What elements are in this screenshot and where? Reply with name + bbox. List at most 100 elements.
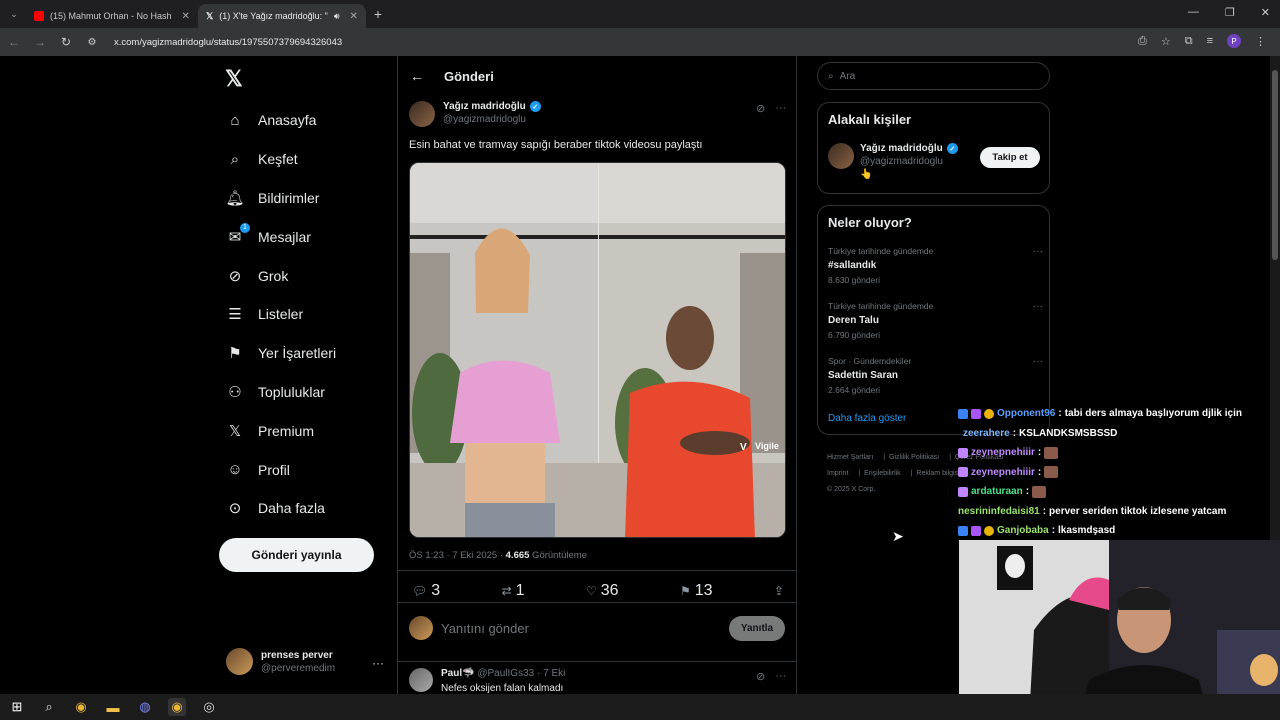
extensions-icon[interactable]: ⧉ [1185, 35, 1193, 48]
sidebar-item-label: Bildirimler [258, 189, 320, 206]
obs-icon[interactable]: ◎ [200, 698, 218, 716]
media-control-icon[interactable]: ≡ [1207, 35, 1213, 47]
chat-badge-icon [958, 467, 968, 478]
audio-icon[interactable]: 🔊︎ [334, 11, 340, 22]
trend-item[interactable]: Türkiye tarihinde gündemde #sallandık 8.… [828, 246, 1043, 285]
reply-icon: 💬︎ [412, 584, 428, 598]
trend-more-icon[interactable]: ··· [1033, 246, 1043, 257]
chat-username: zeerahere [963, 427, 1010, 439]
footer-link[interactable]: Hizmet Şartları [827, 454, 873, 461]
chat-username: Ganjobaba [997, 525, 1049, 536]
follow-button[interactable]: Takip et [980, 147, 1040, 168]
back-arrow-icon[interactable]: ← [410, 68, 424, 84]
chrome-icon[interactable]: ◉ [72, 698, 90, 716]
footer-link[interactable]: Gizlilik Politikası [889, 454, 939, 461]
search-input[interactable]: ⌕ Ara [817, 62, 1050, 90]
post-header: ← Gönderi [410, 68, 494, 84]
chat-message: zeerahere : KSLANDKSMSBSSD [958, 424, 1242, 444]
trend-item[interactable]: Türkiye tarihinde gündemde Deren Talu 6.… [828, 301, 1043, 340]
reply-action[interactable]: 💬︎ 3 [412, 582, 440, 600]
trend-more-icon[interactable]: ··· [1033, 356, 1043, 367]
window-controls: — ❐ ✕ [1188, 6, 1270, 19]
mail-icon: ✉ 1 [226, 222, 250, 246]
install-app-icon[interactable]: ⎙ [1138, 35, 1147, 48]
sidebar-item-more[interactable]: ⊙ Daha fazla [226, 489, 336, 528]
file-explorer-icon[interactable]: ▬ [104, 698, 122, 716]
unread-badge: 1 [240, 222, 250, 233]
sidebar-item-lists[interactable]: ☰ Listeler [226, 295, 336, 334]
divider [398, 661, 796, 662]
restore-icon[interactable]: ❐ [1225, 6, 1235, 19]
menu-icon[interactable]: ⋮ [1255, 35, 1266, 48]
sidebar-item-bookmarks[interactable]: ⚑ Yer İşaretleri [226, 334, 336, 373]
webcam-overlay [959, 540, 1280, 720]
minimize-icon[interactable]: — [1188, 6, 1199, 19]
grok-icon[interactable]: ⊘ [756, 670, 765, 683]
close-window-icon[interactable]: ✕ [1261, 6, 1270, 19]
post-button[interactable]: Gönderi yayınla [219, 538, 374, 572]
copyright: © 2025 X Corp. [827, 486, 876, 493]
footer-link[interactable]: Imprint [827, 470, 848, 477]
bookmark-action[interactable]: ⚑ 13 [680, 582, 713, 600]
sidebar-item-messages[interactable]: ✉ 1 Mesajlar [226, 217, 336, 256]
reply-composer: Yanıtını gönder [409, 616, 529, 640]
windows-start-icon[interactable]: ⊞ [8, 698, 26, 716]
forward-icon[interactable]: → [28, 35, 52, 49]
discord-icon[interactable]: ◍ [136, 698, 154, 716]
post-video[interactable]: V Vigile [409, 162, 786, 538]
video-frame: V [410, 163, 785, 537]
more-options-icon[interactable]: ··· [775, 670, 786, 683]
reply-actions-top: ⊘ ··· [756, 670, 786, 683]
like-action[interactable]: ♡ 36 [586, 582, 619, 600]
more-options-icon[interactable]: ··· [775, 102, 786, 115]
person-name: Yağız madridoğlu [860, 143, 943, 154]
trend-more-icon[interactable]: ··· [1033, 301, 1043, 312]
reply-button[interactable]: Yanıtla [729, 616, 785, 641]
reply-input[interactable]: Yanıtını gönder [441, 621, 529, 636]
profile-avatar[interactable]: P [1227, 34, 1241, 48]
footer-link[interactable]: Erişilebilirlik [864, 470, 901, 477]
browser-tab-bar: ⌄ (15) Mahmut Orhan - No Hash ✕ 𝕏 (1) X'… [0, 0, 1280, 28]
scrollbar-thumb[interactable] [1272, 70, 1278, 260]
chat-message: ardaturaan : [958, 482, 1242, 502]
tab-youtube[interactable]: (15) Mahmut Orhan - No Hash ✕ [26, 4, 198, 28]
trend-item[interactable]: Spor · Gündemdekiler Sadettin Saran 2.66… [828, 356, 1043, 395]
repost-action[interactable]: ⇄ 1 [502, 582, 525, 600]
close-tab-icon[interactable]: ✕ [350, 11, 358, 22]
related-person[interactable]: Yağız madridoğlu ✓ @yagizmadridoglu 👆 [828, 143, 958, 180]
close-tab-icon[interactable]: ✕ [182, 11, 190, 22]
account-name: prenses perver [261, 649, 333, 661]
chat-message: zeynepnehiiir : [958, 463, 1242, 483]
bookmark-star-icon[interactable]: ☆ [1161, 35, 1171, 48]
grok-icon[interactable]: ⊘ [756, 102, 765, 115]
account-switcher[interactable]: prenses perver @perveremedim [226, 648, 335, 675]
reload-icon[interactable]: ↻ [54, 35, 78, 49]
back-icon[interactable]: ← [2, 35, 26, 49]
sidebar-item-grok[interactable]: ⊘ Grok [226, 256, 336, 295]
sidebar-item-communities[interactable]: ⚇ Topluluklar [226, 373, 336, 412]
new-tab-button[interactable]: + [374, 6, 382, 22]
sidebar-item-notifications[interactable]: 🔔︎ Bildirimler [225, 179, 336, 218]
post-author[interactable]: Yağız madridoğlu ✓ @yagizmadridoglu [409, 101, 541, 127]
chat-badge-icon [958, 486, 968, 497]
site-info-icon[interactable]: ⚙ [80, 37, 104, 48]
sidebar-item-profile[interactable]: ☺ Profil [226, 450, 336, 489]
author-handle: @yagizmadridoglu [443, 114, 526, 125]
x-logo-icon[interactable]: 𝕏 [225, 66, 243, 92]
account-more-icon[interactable]: ··· [372, 656, 384, 670]
chat-username: nesrininfedaisi81 [958, 505, 1040, 517]
footer-link[interactable]: Reklam bilgisi [916, 470, 959, 477]
share-action[interactable]: ⇪ [774, 584, 784, 598]
tab-search-icon[interactable]: ⌄ [2, 9, 26, 20]
divider [398, 602, 796, 603]
post-time[interactable]: ÖS 1:23 · 7 Eki 2025 · [409, 550, 506, 561]
search-icon[interactable]: ⌕ [40, 698, 58, 716]
sidebar-item-home[interactable]: ⌂ Anasayfa [226, 101, 336, 140]
show-more-link[interactable]: Daha fazla göster [828, 413, 906, 424]
sidebar-item-explore[interactable]: ⌕ Keşfet [226, 140, 336, 179]
tab-x-post[interactable]: 𝕏 (1) X'te Yağız madridoğlu: " 🔊︎ ✕ [197, 4, 366, 28]
sidebar-item-premium[interactable]: 𝕏 Premium [226, 411, 336, 450]
chrome-icon[interactable]: ◉ [168, 698, 186, 716]
url-field[interactable]: x.com/yagizmadridoglu/status/19755073796… [114, 37, 342, 48]
reply-item[interactable]: Paul🦈 @PaulIGs33 · 7 Eki Nefes oksijen f… [409, 668, 565, 694]
